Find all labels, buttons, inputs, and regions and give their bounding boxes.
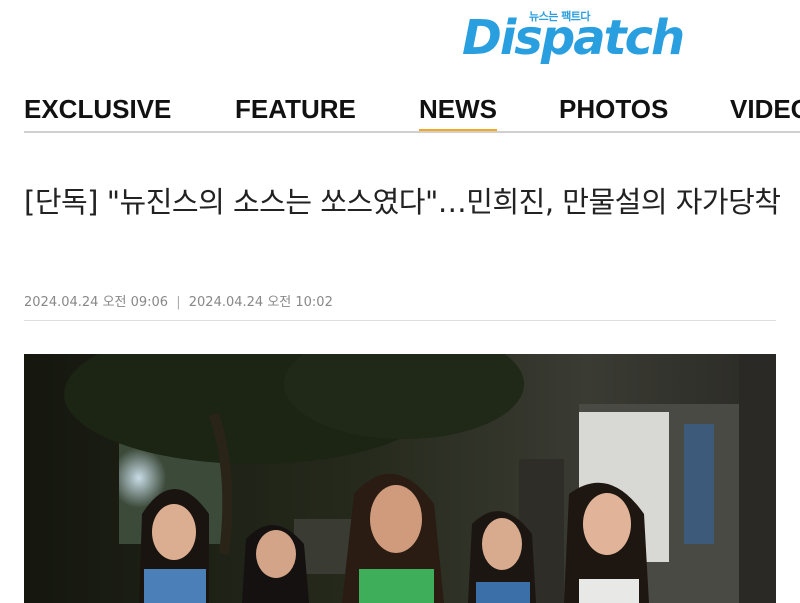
date-separator: |	[176, 295, 181, 310]
nav-item-label: FEATURE	[235, 94, 356, 124]
meta-divider	[24, 320, 776, 321]
article-page: Dispatch 뉴스는 팩트다 EXCLUSIVE FEATURE NEWS …	[0, 0, 800, 603]
logo-tagline: 뉴스는 팩트다	[529, 10, 591, 23]
nav-item-feature[interactable]: FEATURE	[235, 91, 356, 127]
nav-item-exclusive[interactable]: EXCLUSIVE	[24, 91, 171, 127]
nav-item-label: PHOTOS	[559, 94, 669, 124]
photo-image-icon	[24, 354, 776, 603]
nav-item-photos[interactable]: PHOTOS	[559, 91, 668, 127]
main-nav: EXCLUSIVE FEATURE NEWS PHOTOS VIDEO	[24, 91, 800, 135]
dispatch-logo[interactable]: Dispatch 뉴스는 팩트다	[462, 0, 685, 72]
article-title: [단독] "뉴진스의 소스는 쏘스였다"…민희진, 만물설의 자가당착	[24, 185, 781, 219]
article-dates: 2024.04.24 오전 09:06 | 2024.04.24 오전 10:0…	[24, 291, 333, 310]
published-date: 2024.04.24 오전 09:06	[24, 295, 169, 310]
nav-item-label: NEWS	[419, 94, 497, 124]
nav-item-label: VIDEO	[730, 94, 800, 124]
nav-item-label: EXCLUSIVE	[24, 94, 172, 124]
updated-date: 2024.04.24 오전 10:02	[188, 295, 333, 310]
nav-item-video[interactable]: VIDEO	[730, 91, 800, 127]
nav-divider	[24, 131, 800, 133]
nav-item-news[interactable]: NEWS	[419, 91, 497, 133]
article-photo[interactable]	[24, 354, 776, 603]
